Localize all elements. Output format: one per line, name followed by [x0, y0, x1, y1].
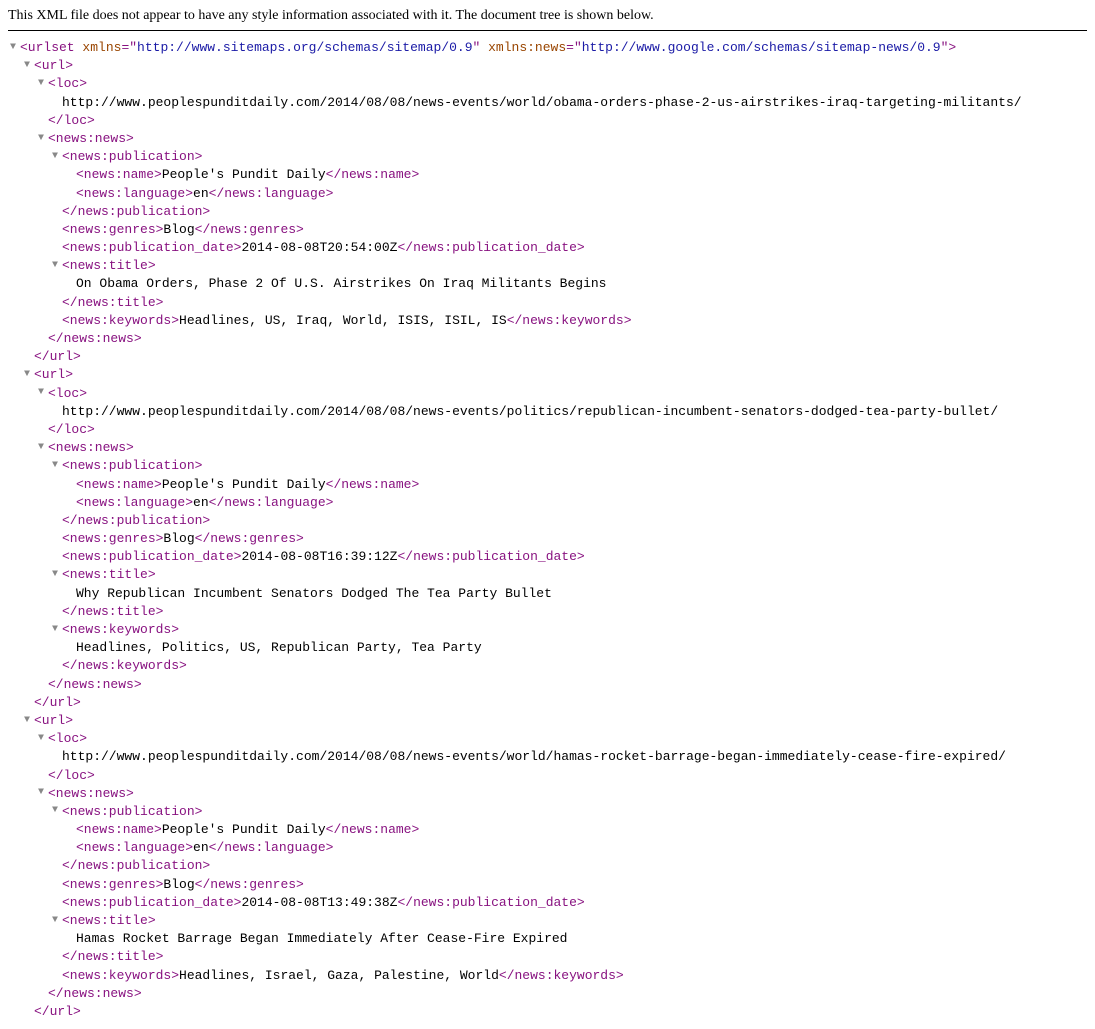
collapse-toggle[interactable]: ▼ — [50, 914, 60, 928]
news-pubdate: ▼<news:publication_date>2014-08-08T13:49… — [8, 894, 1087, 912]
collapse-toggle[interactable]: ▼ — [22, 368, 32, 382]
loc-text: ▼http://www.peoplespunditdaily.com/2014/… — [8, 748, 1087, 766]
loc-close: ▼</loc> — [8, 767, 1087, 785]
url-close: ▼</url> — [8, 1003, 1087, 1021]
news-pubdate: ▼<news:publication_date>2014-08-08T20:54… — [8, 239, 1087, 257]
url-close: ▼</url> — [8, 694, 1087, 712]
title-open: ▼<news:title> — [8, 566, 1087, 584]
collapse-toggle[interactable]: ▼ — [22, 59, 32, 73]
news-open: ▼<news:news> — [8, 130, 1087, 148]
news-close: ▼</news:news> — [8, 330, 1087, 348]
loc-open: ▼<loc> — [8, 385, 1087, 403]
collapse-toggle[interactable]: ▼ — [36, 441, 46, 455]
news-keywords: ▼<news:keywords>Headlines, US, Iraq, Wor… — [8, 312, 1087, 330]
collapse-toggle[interactable]: ▼ — [8, 41, 18, 55]
loc-close: ▼</loc> — [8, 421, 1087, 439]
publication-close: ▼</news:publication> — [8, 203, 1087, 221]
news-genres: ▼<news:genres>Blog</news:genres> — [8, 876, 1087, 894]
news-language: ▼<news:language>en</news:language> — [8, 494, 1087, 512]
news-keywords: ▼<news:keywords>Headlines, Israel, Gaza,… — [8, 967, 1087, 985]
title-text: ▼On Obama Orders, Phase 2 Of U.S. Airstr… — [8, 275, 1087, 293]
publication-close: ▼</news:publication> — [8, 857, 1087, 875]
title-text: ▼Hamas Rocket Barrage Began Immediately … — [8, 930, 1087, 948]
news-pubdate: ▼<news:publication_date>2014-08-08T16:39… — [8, 548, 1087, 566]
keywords-open: ▼<news:keywords> — [8, 621, 1087, 639]
publication-open: ▼<news:publication> — [8, 148, 1087, 166]
news-genres: ▼<news:genres>Blog</news:genres> — [8, 530, 1087, 548]
news-close: ▼</news:news> — [8, 985, 1087, 1003]
collapse-toggle[interactable]: ▼ — [50, 259, 60, 273]
loc-close: ▼</loc> — [8, 112, 1087, 130]
title-text: ▼Why Republican Incumbent Senators Dodge… — [8, 585, 1087, 603]
title-open: ▼<news:title> — [8, 912, 1087, 930]
url-open: ▼<url> — [8, 366, 1087, 384]
collapse-toggle[interactable]: ▼ — [50, 804, 60, 818]
loc-text: ▼http://www.peoplespunditdaily.com/2014/… — [8, 403, 1087, 421]
collapse-toggle[interactable]: ▼ — [36, 132, 46, 146]
collapse-toggle[interactable]: ▼ — [36, 732, 46, 746]
url-open: ▼<url> — [8, 712, 1087, 730]
collapse-toggle[interactable]: ▼ — [50, 150, 60, 164]
collapse-toggle[interactable]: ▼ — [36, 386, 46, 400]
publication-open: ▼<news:publication> — [8, 457, 1087, 475]
title-close: ▼</news:title> — [8, 603, 1087, 621]
news-open: ▼<news:news> — [8, 785, 1087, 803]
collapse-toggle[interactable]: ▼ — [22, 714, 32, 728]
title-close: ▼</news:title> — [8, 948, 1087, 966]
collapse-toggle[interactable]: ▼ — [36, 77, 46, 91]
url-close: ▼</url> — [8, 348, 1087, 366]
url-open: ▼<url> — [8, 57, 1087, 75]
publication-open: ▼<news:publication> — [8, 803, 1087, 821]
collapse-toggle[interactable]: ▼ — [36, 786, 46, 800]
loc-open: ▼<loc> — [8, 75, 1087, 93]
xml-tree: ▼<urlset xmlns="http://www.sitemaps.org/… — [8, 39, 1087, 1021]
loc-open: ▼<loc> — [8, 730, 1087, 748]
loc-text: ▼http://www.peoplespunditdaily.com/2014/… — [8, 94, 1087, 112]
collapse-toggle[interactable]: ▼ — [50, 459, 60, 473]
news-genres: ▼<news:genres>Blog</news:genres> — [8, 221, 1087, 239]
xml-notice: This XML file does not appear to have an… — [8, 8, 1087, 31]
keywords-close: ▼</news:keywords> — [8, 657, 1087, 675]
keywords-text: ▼Headlines, Politics, US, Republican Par… — [8, 639, 1087, 657]
collapse-toggle[interactable]: ▼ — [50, 623, 60, 637]
news-name: ▼<news:name>People's Pundit Daily</news:… — [8, 166, 1087, 184]
news-language: ▼<news:language>en</news:language> — [8, 185, 1087, 203]
xml-root-open: ▼<urlset xmlns="http://www.sitemaps.org/… — [8, 39, 1087, 57]
news-open: ▼<news:news> — [8, 439, 1087, 457]
news-name: ▼<news:name>People's Pundit Daily</news:… — [8, 821, 1087, 839]
news-name: ▼<news:name>People's Pundit Daily</news:… — [8, 476, 1087, 494]
title-open: ▼<news:title> — [8, 257, 1087, 275]
publication-close: ▼</news:publication> — [8, 512, 1087, 530]
collapse-toggle[interactable]: ▼ — [50, 568, 60, 582]
title-close: ▼</news:title> — [8, 294, 1087, 312]
news-close: ▼</news:news> — [8, 676, 1087, 694]
